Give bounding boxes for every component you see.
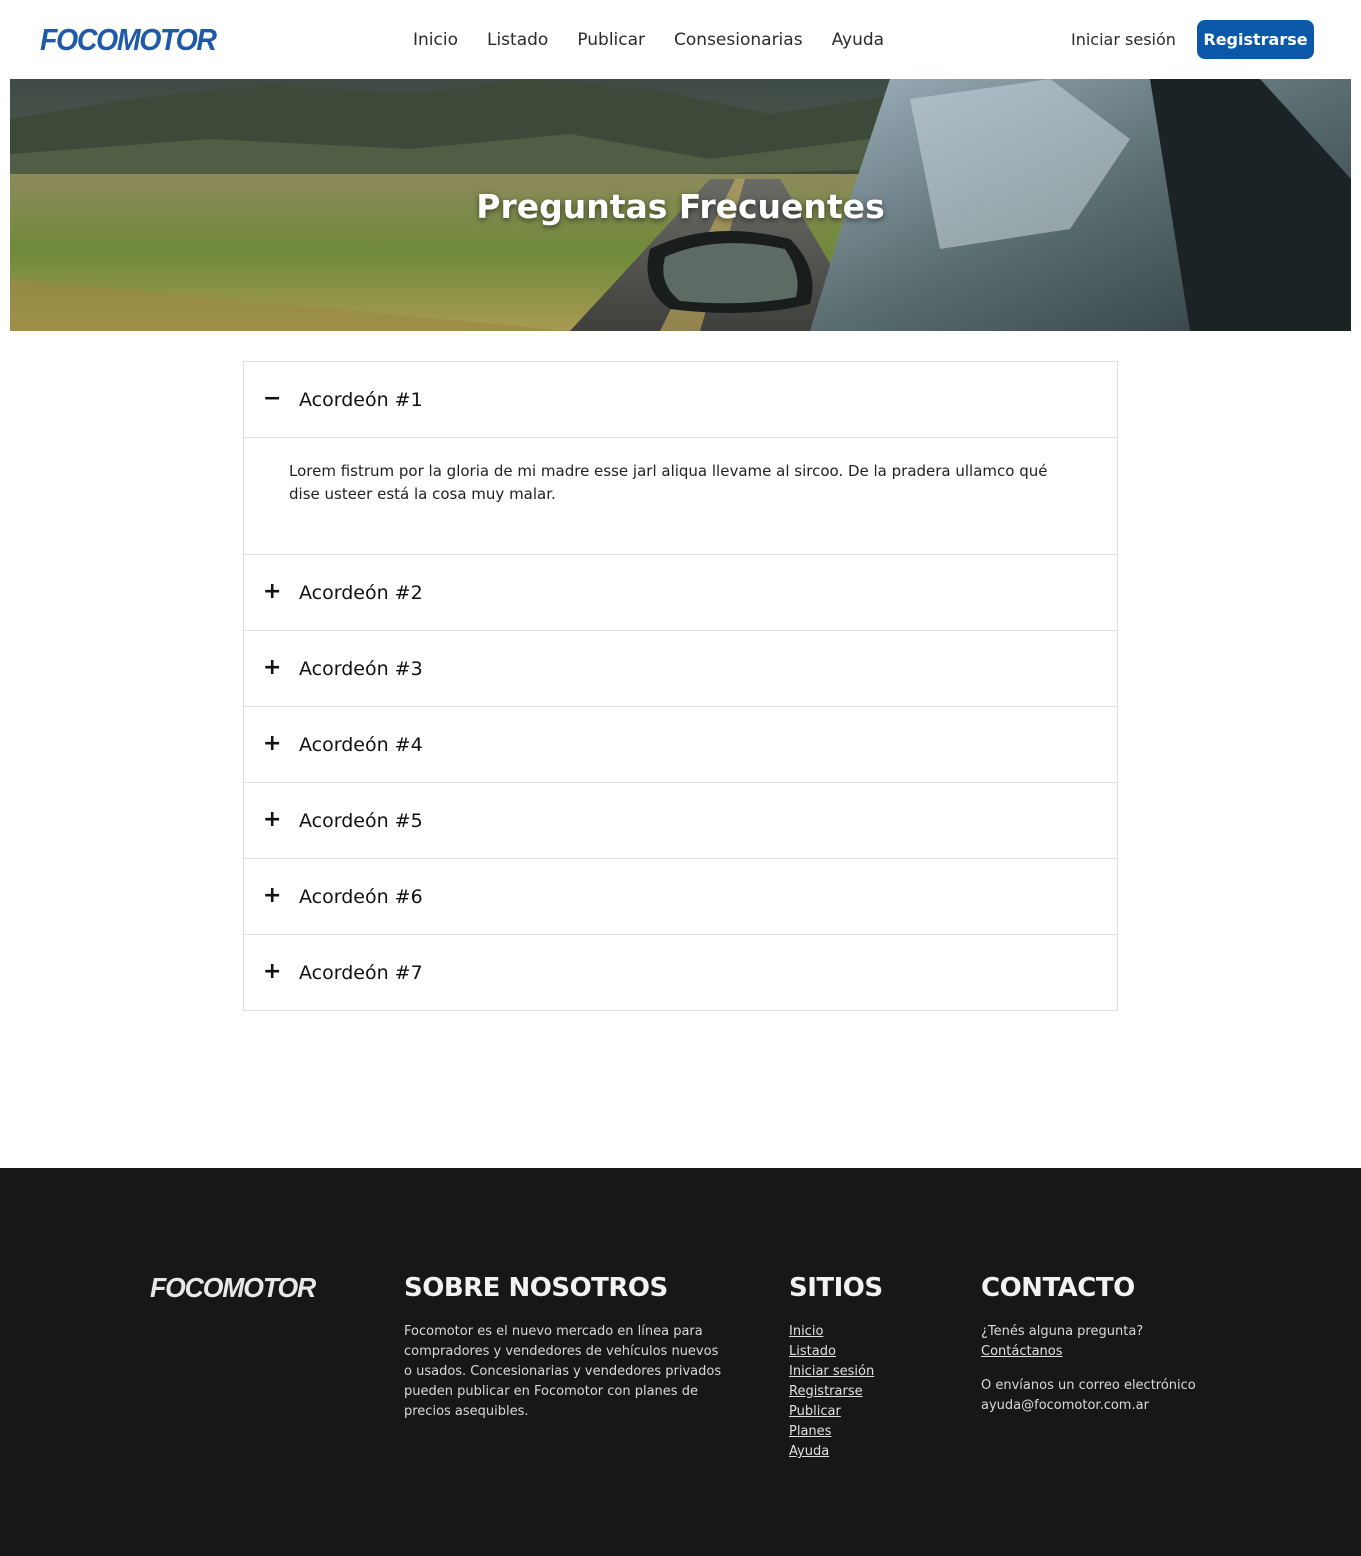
brand-logo[interactable]: FOCOMOTOR (40, 22, 217, 58)
accordion-item: + Acordeón #5 (244, 783, 1117, 859)
nav-item-ayuda[interactable]: Ayuda (832, 29, 885, 51)
footer-link-inicio[interactable]: Inicio (789, 1322, 874, 1342)
contact-email-intro: O envíanos un correo electrónico (981, 1378, 1196, 1393)
plus-icon: + (263, 731, 282, 756)
accordion-title: Acordeón #1 (299, 389, 423, 411)
accordion-title: Acordeón #5 (299, 810, 423, 832)
site-footer: FOCOMOTOR SOBRE NOSOTROS Focomotor es el… (0, 1168, 1361, 1556)
plus-icon: + (263, 883, 282, 908)
main-nav: Inicio Listado Publicar Consesionarias A… (413, 29, 913, 51)
contact-email[interactable]: ayuda@focomotor.com.ar (981, 1396, 1241, 1416)
footer-about-title: SOBRE NOSOTROS (404, 1273, 668, 1303)
plus-icon: + (263, 959, 282, 984)
accordion-title: Acordeón #6 (299, 886, 423, 908)
accordion-item: + Acordeón #2 (244, 555, 1117, 631)
footer-link-ayuda[interactable]: Ayuda (789, 1442, 874, 1462)
footer-link-listado[interactable]: Listado (789, 1342, 874, 1362)
accordion-item: + Acordeón #6 (244, 859, 1117, 935)
site-header: FOCOMOTOR Inicio Listado Publicar Conses… (0, 0, 1361, 79)
accordion-title: Acordeón #4 (299, 734, 423, 756)
accordion-item: + Acordeón #4 (244, 707, 1117, 783)
nav-item-consesionarias[interactable]: Consesionarias (674, 29, 803, 51)
accordion-header-4[interactable]: + Acordeón #4 (244, 707, 1117, 782)
accordion-header-5[interactable]: + Acordeón #5 (244, 783, 1117, 858)
accordion-item: + Acordeón #3 (244, 631, 1117, 707)
accordion-header-6[interactable]: + Acordeón #6 (244, 859, 1117, 934)
accordion-item: + Acordeón #7 (244, 935, 1117, 1010)
footer-contact-title: CONTACTO (981, 1273, 1135, 1303)
nav-item-publicar[interactable]: Publicar (577, 29, 645, 51)
footer-link-publicar[interactable]: Publicar (789, 1402, 874, 1422)
accordion-header-2[interactable]: + Acordeón #2 (244, 555, 1117, 630)
login-link[interactable]: Iniciar sesión (1071, 29, 1176, 51)
accordion-body: Lorem fistrum por la gloria de mi madre … (244, 437, 1117, 554)
accordion-header-7[interactable]: + Acordeón #7 (244, 935, 1117, 1010)
nav-item-listado[interactable]: Listado (487, 29, 548, 51)
plus-icon: + (263, 807, 282, 832)
footer-link-registrarse[interactable]: Registrarse (789, 1382, 874, 1402)
minus-icon: − (263, 386, 282, 411)
footer-logo[interactable]: FOCOMOTOR (150, 1271, 316, 1305)
accordion-header-3[interactable]: + Acordeón #3 (244, 631, 1117, 706)
accordion-header-1[interactable]: − Acordeón #1 (244, 362, 1117, 437)
footer-about-text: Focomotor es el nuevo mercado en línea p… (404, 1324, 722, 1419)
faq-accordion: − Acordeón #1 Lorem fistrum por la glori… (243, 361, 1118, 1011)
contact-link[interactable]: Contáctanos (981, 1344, 1063, 1359)
plus-icon: + (263, 579, 282, 604)
contact-question: ¿Tenés alguna pregunta? (981, 1324, 1144, 1339)
plus-icon: + (263, 655, 282, 680)
accordion-title: Acordeón #3 (299, 658, 423, 680)
footer-contact: ¿Tenés alguna pregunta? Contáctanos O en… (981, 1322, 1241, 1416)
footer-link-planes[interactable]: Planes (789, 1422, 874, 1442)
footer-link-iniciar-sesion[interactable]: Iniciar sesión (789, 1362, 874, 1382)
register-button[interactable]: Registrarse (1197, 20, 1314, 59)
accordion-item: − Acordeón #1 Lorem fistrum por la glori… (244, 362, 1117, 555)
page-title: Preguntas Frecuentes (476, 187, 885, 226)
footer-sites-title: SITIOS (789, 1273, 883, 1303)
accordion-title: Acordeón #7 (299, 962, 423, 984)
footer-sites-links: Inicio Listado Iniciar sesión Registrars… (789, 1322, 874, 1462)
hero-banner: Preguntas Frecuentes (10, 79, 1351, 331)
nav-item-inicio[interactable]: Inicio (413, 29, 458, 51)
accordion-title: Acordeón #2 (299, 582, 423, 604)
